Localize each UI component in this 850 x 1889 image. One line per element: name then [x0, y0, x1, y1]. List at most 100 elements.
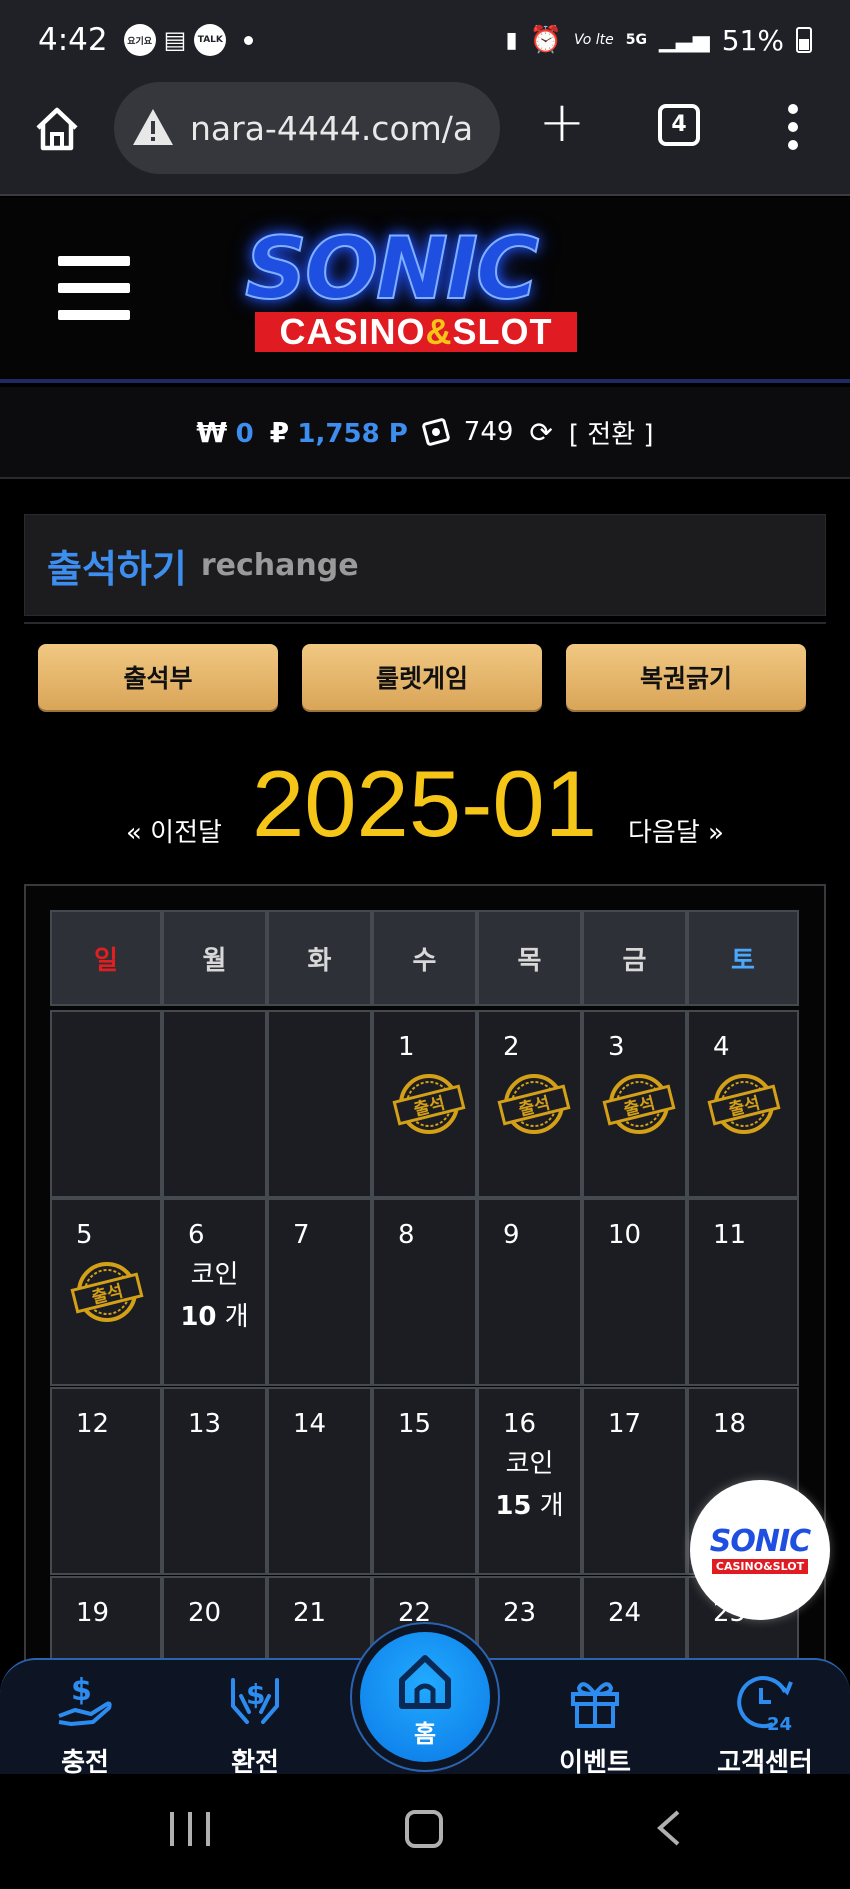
day-number: 20	[188, 1598, 222, 1628]
calendar-day-cell: 14	[267, 1387, 372, 1575]
point-balance: ₽ 1,758 P	[270, 416, 408, 449]
day-number: 24	[608, 1598, 642, 1628]
calendar-day-cell: 10	[582, 1198, 687, 1386]
balance-bar: ₩ 0 ₽ 1,758 P 749 ⟳ [ 전환 ]	[0, 387, 850, 479]
won-balance: ₩ 0	[196, 416, 253, 449]
home-icon	[399, 1655, 451, 1709]
floating-logo-sub: CASINO&SLOT	[711, 1558, 809, 1574]
page: 4:42 요기요 ▤ TALK ▮ ⏰ Vo lte 5G ▁▃▅ 51% na…	[0, 0, 850, 1889]
attendance-stamp-icon: 출석	[497, 1074, 571, 1134]
status-time: 4:42	[38, 22, 108, 58]
month-navigation: « 이전달 2025-01 다음달 »	[0, 750, 850, 860]
tab-switcher-button[interactable]: 4	[658, 104, 700, 146]
logo-sonic-text: SONIC	[244, 219, 540, 319]
scratch-lottery-button[interactable]: 복권긁기	[566, 644, 806, 710]
calendar-day-cell	[162, 1010, 267, 1198]
calendar-day-cell: 7	[267, 1198, 372, 1386]
calendar-day-cell: 4 출석	[687, 1010, 799, 1198]
nav-deposit[interactable]: $ 충전	[20, 1670, 150, 1778]
dice-icon	[421, 417, 451, 447]
attendance-book-button[interactable]: 출석부	[38, 644, 278, 710]
weekday-header: 수	[372, 910, 477, 1006]
support-24h-icon: 24	[737, 1676, 793, 1735]
section-title-ko: 출석하기	[47, 546, 187, 591]
status-right: ▮ ⏰ Vo lte 5G ▁▃▅ 51%	[506, 24, 812, 57]
android-navigation-bar	[0, 1774, 850, 1889]
svg-text:$: $	[71, 1673, 92, 1708]
coin-label: 코인	[190, 1260, 239, 1290]
exchange-hands-dollar-icon: $	[231, 1678, 279, 1724]
calendar-day-cell: 8	[372, 1198, 477, 1386]
next-month-link[interactable]: 다음달 »	[628, 812, 724, 849]
nav-home-label: 홈	[413, 1720, 437, 1748]
volte-icon: Vo lte	[574, 32, 614, 48]
day-number: 7	[293, 1220, 310, 1250]
point-symbol: ₽	[269, 415, 290, 449]
hamburger-menu-icon[interactable]	[58, 256, 130, 320]
divider	[24, 622, 826, 624]
attendance-stamp-icon: 출석	[70, 1262, 144, 1322]
coin-amount-line: 10 개	[164, 1296, 265, 1338]
nav-event[interactable]: 이벤트	[530, 1670, 660, 1778]
day-number: 1	[398, 1032, 415, 1062]
battery-icon	[796, 27, 812, 53]
calendar-day-cell	[267, 1010, 372, 1198]
url-bar[interactable]: nara-4444.com/a	[114, 82, 500, 174]
android-home-button[interactable]	[405, 1810, 443, 1848]
nav-home[interactable]: 홈	[360, 1632, 490, 1762]
attendance-stamp-icon: 출석	[392, 1074, 466, 1134]
kakaotalk-badge-icon: 요기요	[123, 24, 156, 56]
calendar-day-cell: 13	[162, 1387, 267, 1575]
logo-casino-text: CASINO	[279, 311, 426, 352]
nav-support[interactable]: 24 고객센터	[700, 1670, 830, 1778]
calendar-day-cell: 5 출석	[50, 1198, 162, 1386]
status-bar: 4:42 요기요 ▤ TALK ▮ ⏰ Vo lte 5G ▁▃▅ 51%	[0, 0, 850, 80]
battery-percent: 51%	[721, 23, 784, 57]
won-value: 0	[235, 418, 254, 449]
refresh-icon[interactable]: ⟳	[529, 416, 552, 449]
calendar-icon: ▤	[163, 26, 187, 54]
weekday-header: 화	[267, 910, 372, 1006]
nav-exchange[interactable]: $ 환전	[190, 1670, 320, 1778]
back-button[interactable]	[650, 1808, 690, 1848]
calendar-day-cell: 2 출석	[477, 1010, 582, 1198]
section-title: 출석하기 rechange	[24, 514, 826, 616]
day-number: 15	[398, 1409, 432, 1439]
logo-slot-text: SLOT	[452, 311, 553, 352]
day-number: 19	[76, 1598, 110, 1628]
calendar-day-cell: 12	[50, 1387, 162, 1575]
coin-reward: 코인 10 개	[164, 1254, 265, 1338]
recent-apps-button[interactable]	[170, 1812, 210, 1846]
calendar-day-cell: 17	[582, 1387, 687, 1575]
day-number: 5	[76, 1220, 93, 1250]
floating-logo-button[interactable]: SONIC CASINO&SLOT	[690, 1480, 830, 1620]
day-number: 13	[188, 1409, 222, 1439]
day-number: 4	[713, 1032, 730, 1062]
calendar-day-cell: 1 출석	[372, 1010, 477, 1198]
roulette-game-button[interactable]: 룰렛게임	[302, 644, 542, 710]
weekday-header: 금	[582, 910, 687, 1006]
calendar-day-cell: 16 코인 15 개	[477, 1387, 582, 1575]
day-number: 18	[713, 1409, 747, 1439]
browser-toolbar: nara-4444.com/a + 4	[0, 80, 850, 196]
attendance-stamp-icon: 출석	[707, 1074, 781, 1134]
logo-casino-slot-bar: CASINO & SLOT	[255, 311, 577, 352]
prev-month-link[interactable]: « 이전달	[126, 812, 222, 849]
day-number: 17	[608, 1409, 642, 1439]
gift-icon	[571, 1682, 619, 1728]
alarm-icon: ⏰	[529, 25, 562, 55]
calendar-day-cell: 3 출석	[582, 1010, 687, 1198]
new-tab-button[interactable]: +	[537, 95, 587, 151]
weekday-header: 월	[162, 910, 267, 1006]
day-number: 21	[293, 1598, 327, 1628]
coin-amount-line: 15 개	[479, 1485, 580, 1527]
browser-menu-button[interactable]	[783, 104, 803, 150]
site-logo[interactable]: SONIC CASINO & SLOT	[215, 219, 615, 358]
chips-value: 749	[463, 417, 514, 447]
talk-icon: TALK	[194, 24, 227, 56]
switch-button[interactable]: [ 전환 ]	[569, 414, 654, 451]
current-month: 2025-01	[252, 751, 597, 856]
browser-home-icon[interactable]	[32, 104, 82, 154]
coin-amount: 15	[495, 1491, 532, 1521]
calendar-day-cell: 11	[687, 1198, 799, 1386]
